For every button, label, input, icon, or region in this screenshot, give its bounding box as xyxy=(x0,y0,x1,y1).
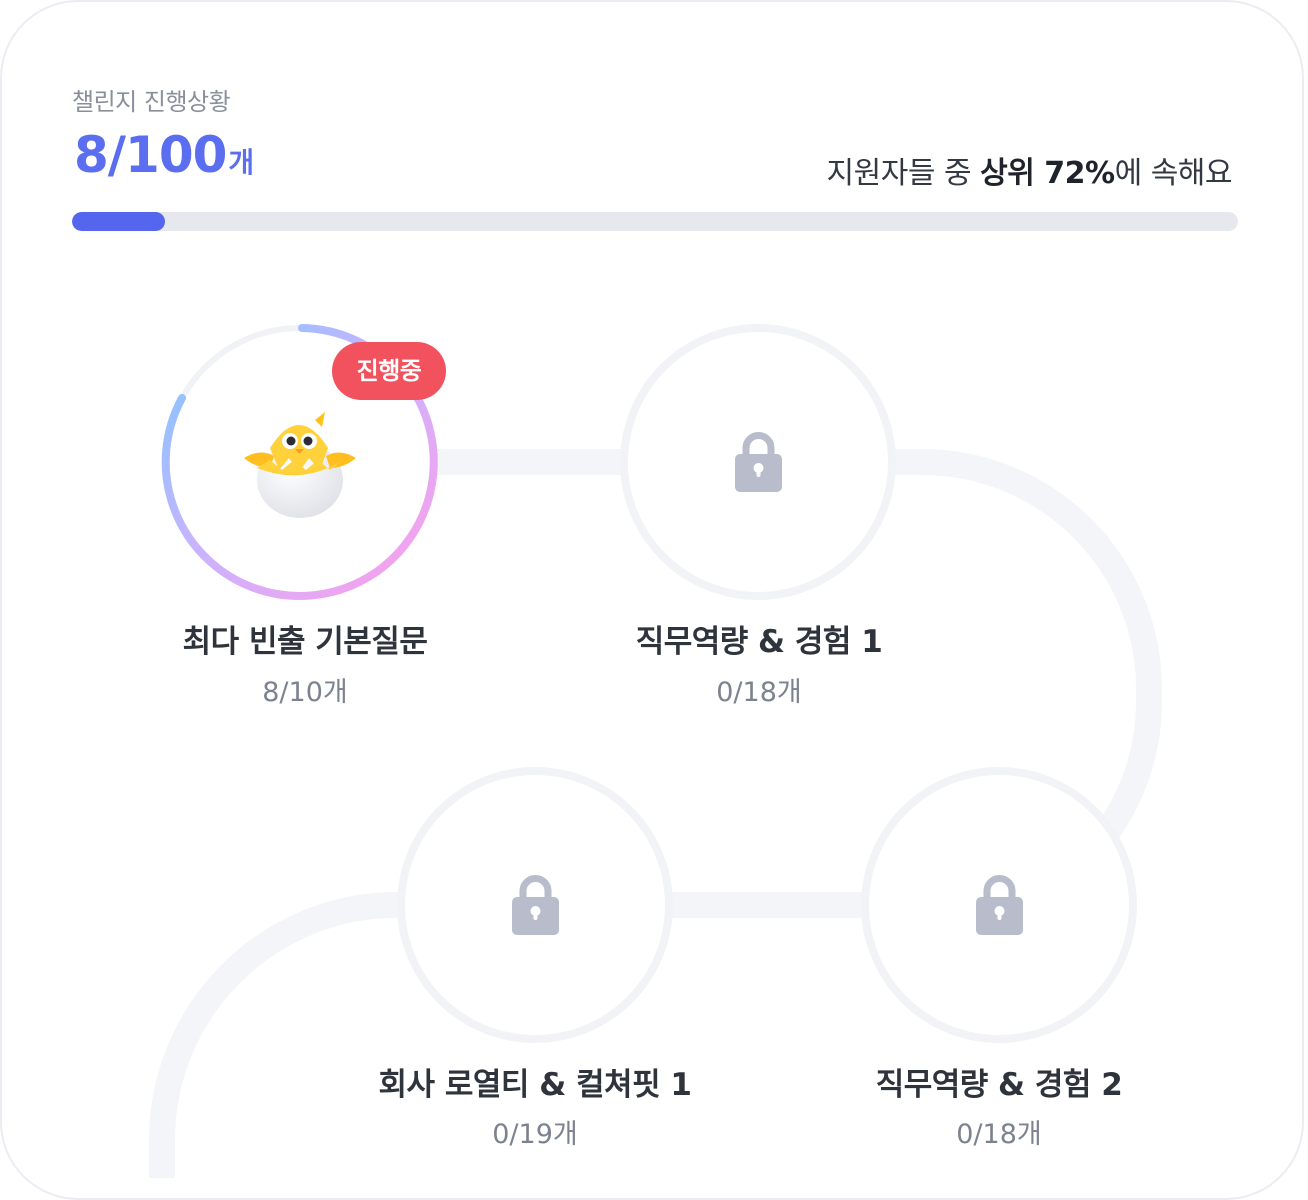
stage-title-1[interactable]: 최다 빈출 기본질문 xyxy=(105,616,505,661)
challenge-progress-card: 챌린지 진행상황 8/100개 지원자들 중 상위 72%에 속해요 진행중 최… xyxy=(0,0,1304,1200)
stage-count-1: 8/10개 xyxy=(262,677,348,708)
roadmap-path xyxy=(148,324,1162,1178)
stage-node-4[interactable] xyxy=(861,767,1137,1043)
stage-title-3[interactable]: 회사 로열티 & 컬쳐핏 1 xyxy=(335,1059,735,1104)
stage-title-2[interactable]: 직무역량 & 경험 1 xyxy=(559,616,959,661)
stage-count-4: 0/18개 xyxy=(956,1119,1042,1150)
in-progress-badge: 진행중 xyxy=(332,342,446,400)
stage-count-3: 0/19개 xyxy=(492,1119,578,1150)
stage-count-2: 0/18개 xyxy=(716,677,802,708)
stage-title-4[interactable]: 직무역량 & 경험 2 xyxy=(799,1059,1199,1104)
stage-node-3[interactable] xyxy=(397,767,673,1043)
stage-node-2[interactable] xyxy=(620,324,896,600)
path-segment-3-down xyxy=(148,892,402,1178)
